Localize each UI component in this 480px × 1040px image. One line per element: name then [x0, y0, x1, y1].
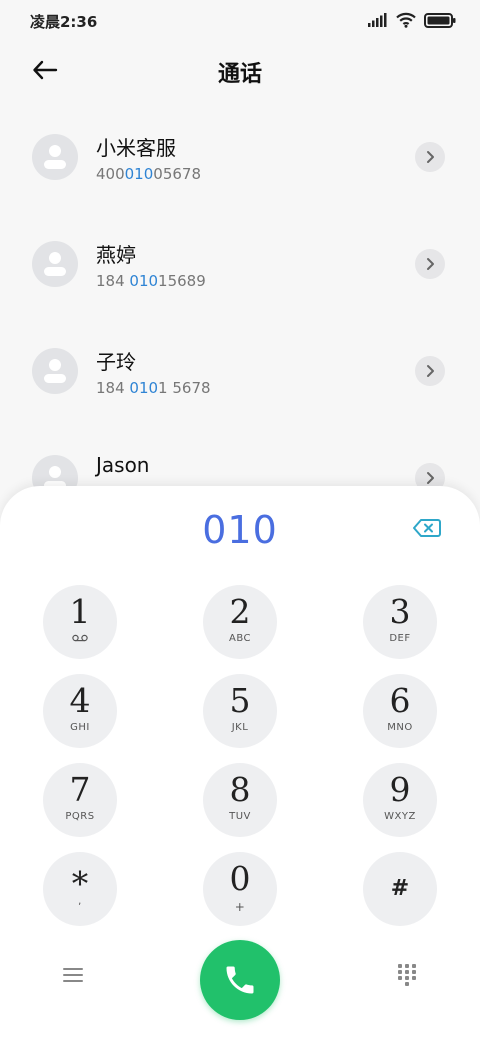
person-icon: [44, 145, 66, 169]
number-segment: 184: [96, 379, 130, 397]
key-letters: JKL: [231, 722, 249, 733]
key-3[interactable]: 3 DEF: [363, 585, 437, 659]
menu-button[interactable]: [58, 960, 88, 990]
contact-number: 184 01015689: [96, 272, 206, 290]
page-title: 通话: [217, 62, 262, 87]
dialpad-toggle-button[interactable]: [392, 960, 422, 990]
dialpad-icon: [398, 964, 416, 986]
menu-icon: [63, 968, 83, 982]
key-digit: #: [390, 876, 410, 901]
key-digit: 2: [229, 592, 251, 631]
contact-number: 184 0101 5678: [96, 379, 211, 397]
person-icon: [44, 252, 66, 276]
key-digit: 7: [69, 770, 91, 809]
avatar: [32, 241, 78, 287]
status-icons: [368, 12, 456, 28]
number-segment: 1 5678: [158, 379, 211, 397]
contact-number: 40001005678: [96, 165, 201, 183]
number-segment: 05678: [153, 165, 201, 183]
contact-name: 燕婷: [96, 243, 136, 267]
avatar: [32, 134, 78, 180]
contact-detail-button[interactable]: [415, 356, 445, 386]
key-digit: 1: [69, 592, 91, 631]
backspace-icon: [413, 519, 441, 537]
key-digit: 4: [69, 681, 91, 720]
number-segment: 400: [96, 165, 125, 183]
key-6[interactable]: 6 MNO: [363, 674, 437, 748]
key-letters: ABC: [228, 633, 251, 644]
contact-item[interactable]: 小米客服 40001005678: [0, 112, 480, 202]
key-0[interactable]: 0 +: [203, 852, 277, 926]
key-letters: MNO: [387, 722, 413, 733]
chevron-right-icon: [427, 472, 434, 484]
key-digit: 5: [229, 681, 251, 720]
key-digit: 6: [389, 681, 411, 720]
key-2[interactable]: 2 ABC: [203, 585, 277, 659]
key-letters: TUV: [229, 811, 251, 822]
key-1[interactable]: 1: [43, 585, 117, 659]
contact-name: 子玲: [96, 350, 136, 374]
header: 通话: [0, 42, 480, 98]
person-icon: [44, 359, 66, 383]
key-letters: +: [234, 900, 246, 914]
key-digit: 9: [389, 770, 411, 809]
dialed-number: 010: [202, 508, 278, 552]
contact-detail-button[interactable]: [415, 249, 445, 279]
status-bar: 凌晨2:36: [0, 0, 480, 42]
number-match-highlight: 010: [129, 379, 159, 397]
key-digit: 3: [389, 592, 411, 631]
key-letters: PQRS: [65, 811, 95, 822]
number-match-highlight: 010: [124, 165, 154, 183]
contact-detail-button[interactable]: [415, 142, 445, 172]
contact-item[interactable]: 燕婷 184 01015689: [0, 219, 480, 309]
contact-item[interactable]: 子玲 184 0101 5678: [0, 326, 480, 416]
key-letters: DEF: [389, 633, 411, 644]
backspace-button[interactable]: [410, 516, 444, 540]
key-8[interactable]: 8 TUV: [203, 763, 277, 837]
key-hash[interactable]: #: [363, 852, 437, 926]
key-9[interactable]: 9 WXYZ: [363, 763, 437, 837]
number-segment: 15689: [158, 272, 206, 290]
key-letters: ,: [78, 896, 82, 907]
key-digit: 8: [229, 770, 251, 809]
contact-name: 小米客服: [96, 136, 176, 160]
wifi-icon: [396, 12, 416, 28]
phone-icon: [226, 966, 254, 994]
voicemail-icon: [72, 634, 88, 642]
battery-icon: [424, 12, 456, 28]
number-segment: 184: [96, 272, 130, 290]
contact-name: Jason: [96, 453, 150, 477]
status-time: 凌晨2:36: [30, 13, 98, 31]
key-star[interactable]: * ,: [43, 852, 117, 926]
call-button[interactable]: [200, 940, 280, 1020]
bottom-bar: [0, 940, 480, 1020]
signal-icon: [368, 13, 387, 27]
key-digit: 0: [229, 859, 251, 898]
key-7[interactable]: 7 PQRS: [43, 763, 117, 837]
key-5[interactable]: 5 JKL: [203, 674, 277, 748]
key-4[interactable]: 4 GHI: [43, 674, 117, 748]
key-letters: GHI: [70, 722, 90, 733]
key-letters: WXYZ: [384, 811, 416, 822]
number-match-highlight: 010: [129, 272, 159, 290]
avatar: [32, 348, 78, 394]
chevron-right-icon: [427, 151, 434, 163]
chevron-right-icon: [427, 258, 434, 270]
chevron-right-icon: [427, 365, 434, 377]
